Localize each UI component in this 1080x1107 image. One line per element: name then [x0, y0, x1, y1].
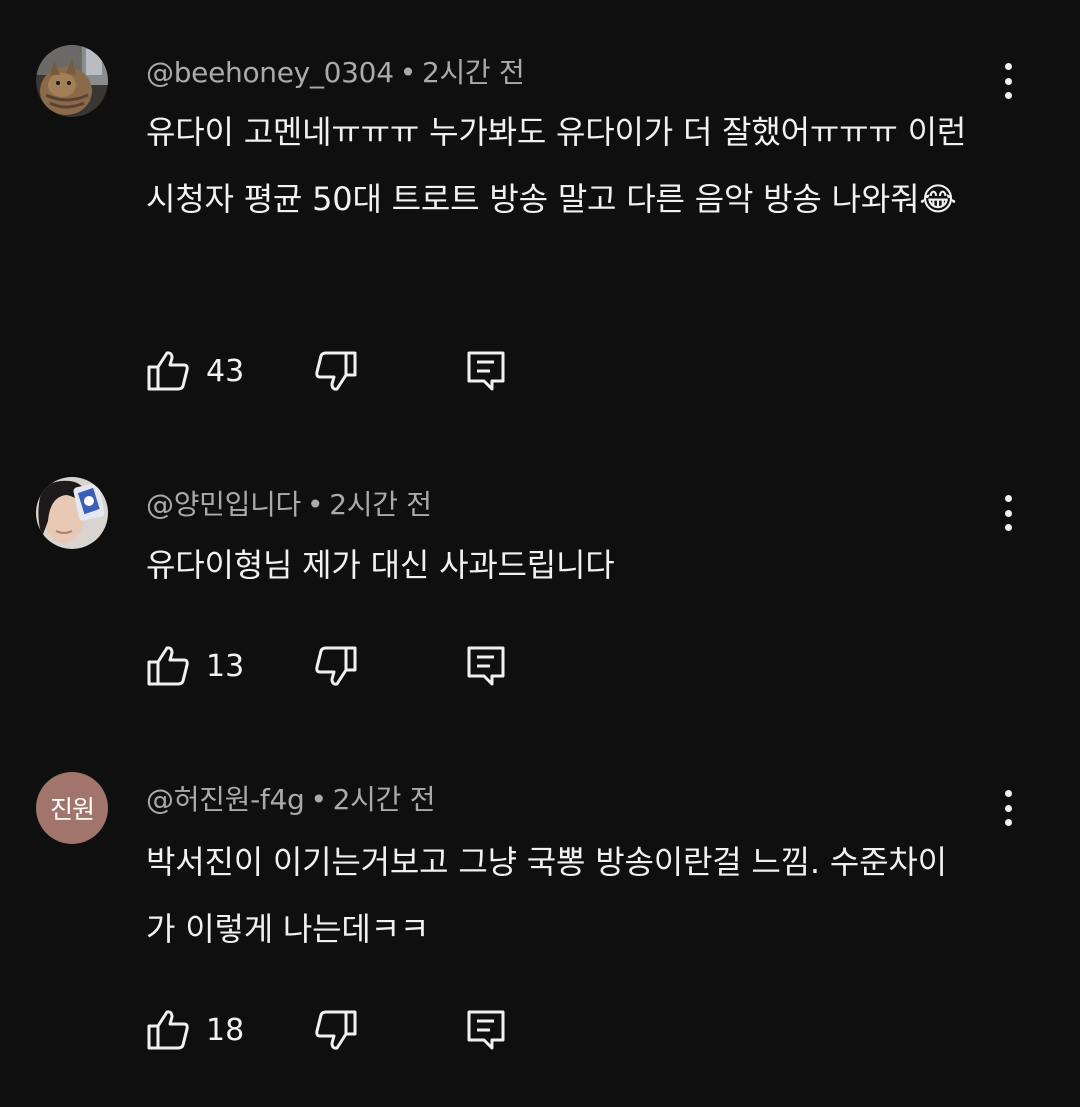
thumbs-down-icon	[314, 645, 358, 687]
like-button[interactable]: 43	[146, 350, 244, 392]
more-vertical-icon-dot	[1004, 524, 1012, 531]
dislike-button[interactable]	[314, 350, 358, 392]
meta-separator: •	[399, 56, 417, 89]
meta-separator: •	[307, 488, 324, 521]
comment-actions: 13	[146, 645, 546, 689]
like-button[interactable]: 18	[146, 1009, 244, 1051]
dislike-button[interactable]	[314, 645, 358, 687]
avatar[interactable]	[36, 477, 108, 549]
more-vertical-icon-dot	[1004, 509, 1012, 517]
more-vertical-icon-dot	[1004, 819, 1012, 826]
more-options-button[interactable]	[993, 786, 1023, 830]
thumbs-down-icon	[314, 350, 358, 392]
reply-button[interactable]	[466, 1009, 506, 1051]
comment-text: 유다이형님 제가 대신 사과드립니다	[146, 546, 615, 584]
more-vertical-icon-dot	[1004, 77, 1012, 85]
more-vertical-icon	[1004, 495, 1012, 502]
like-count: 18	[206, 1012, 245, 1048]
comment-time: 2시간 전	[329, 488, 432, 521]
comment-text: 박서진이 이기는거보고 그냥 국뽕 방송이란걸 느낌. 수준차이가 이렇게 나는…	[146, 843, 947, 948]
thumbs-up-icon	[146, 645, 190, 687]
more-vertical-icon	[1004, 63, 1012, 70]
comment-actions: 18	[146, 1009, 546, 1053]
comment-header: @beehoney_0304 • 2시간 전	[146, 51, 525, 91]
comment-time: 2시간 전	[332, 783, 436, 816]
comment-header: @허진원-f4g • 2시간 전	[146, 778, 435, 818]
comment-header: @양민입니다 • 2시간 전	[146, 483, 432, 523]
like-button[interactable]: 13	[146, 645, 244, 687]
reply-comment-icon	[466, 350, 506, 392]
more-vertical-icon	[1004, 790, 1012, 797]
comment-author[interactable]: @beehoney_0304	[146, 56, 394, 89]
more-vertical-icon-dot	[1004, 92, 1012, 99]
avatar[interactable]: 진원	[36, 772, 108, 844]
reply-comment-icon	[466, 645, 506, 687]
meta-separator: •	[310, 783, 327, 816]
like-count: 13	[206, 648, 245, 684]
more-vertical-icon-dot	[1004, 804, 1012, 812]
reply-button[interactable]	[466, 350, 506, 392]
comment-actions: 43	[146, 350, 546, 394]
avatar-initials: 진원	[49, 795, 95, 824]
comment-author[interactable]: @양민입니다	[146, 488, 301, 521]
reply-comment-icon	[466, 1009, 506, 1051]
thumbs-up-icon	[146, 350, 190, 392]
thumbs-up-icon	[146, 1009, 190, 1051]
more-options-button[interactable]	[993, 491, 1023, 535]
like-count: 43	[206, 353, 245, 389]
more-options-button[interactable]	[993, 59, 1023, 103]
avatar[interactable]	[36, 45, 108, 117]
dislike-button[interactable]	[314, 1009, 358, 1051]
comment-time: 2시간 전	[421, 56, 525, 89]
reply-button[interactable]	[466, 645, 506, 687]
comment-text: 유다이 고멘네ㅠㅠㅠ 누가봐도 유다이가 더 잘했어ㅠㅠㅠ 이런 시청자 평균 …	[146, 113, 967, 218]
thumbs-down-icon	[314, 1009, 358, 1051]
comment-author[interactable]: @허진원-f4g	[146, 783, 305, 816]
